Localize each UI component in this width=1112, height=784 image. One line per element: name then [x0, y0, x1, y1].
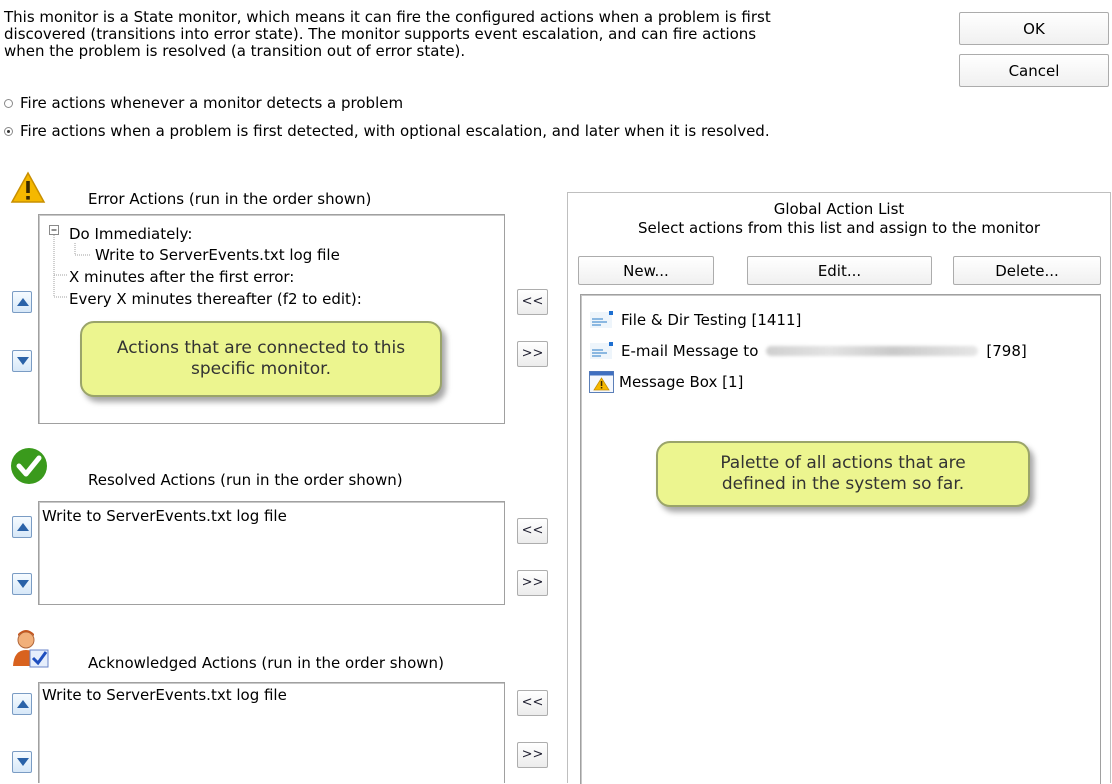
remove-error-action-button[interactable]: >> — [517, 341, 548, 367]
radio-label: Fire actions whenever a monitor detects … — [20, 94, 404, 112]
radio-indicator[interactable] — [4, 98, 13, 108]
arrow-up-icon — [17, 700, 29, 708]
global-action-callout: Palette of all actions that are defined … — [656, 441, 1030, 507]
acknowledged-actions-list[interactable]: Write to ServerEvents.txt log file — [38, 682, 505, 783]
monitor-description: This monitor is a State monitor, which m… — [4, 9, 934, 60]
user-acknowledge-icon — [13, 630, 49, 668]
radio-indicator-selected[interactable] — [4, 126, 13, 136]
global-action-item-email[interactable]: E-mail Message to [798] — [589, 341, 1027, 361]
radio-label: Fire actions when a problem is first det… — [20, 122, 770, 140]
move-down-button-acknowledged[interactable] — [12, 751, 32, 773]
callout-text: Actions that are connected to this speci… — [116, 338, 406, 379]
ok-button[interactable]: OK — [959, 12, 1109, 45]
arrow-up-icon — [17, 523, 29, 531]
add-error-action-button[interactable]: << — [517, 289, 548, 315]
email-action-icon — [590, 342, 613, 359]
move-up-button-acknowledged[interactable] — [12, 693, 32, 715]
global-action-item-label: File & Dir Testing [1411] — [621, 311, 802, 329]
description-line-2: discovered (transitions into error state… — [4, 25, 757, 43]
global-action-item-id: [798] — [986, 342, 1027, 360]
list-item[interactable]: Write to ServerEvents.txt log file — [42, 686, 287, 704]
arrow-down-icon — [17, 580, 29, 588]
error-actions-callout: Actions that are connected to this speci… — [80, 321, 442, 397]
redacted-email-address — [766, 346, 979, 356]
remove-resolved-action-button[interactable]: >> — [517, 570, 548, 596]
new-action-button[interactable]: New... — [578, 256, 714, 285]
move-down-button-error[interactable] — [12, 350, 32, 372]
warning-icon — [10, 171, 46, 203]
radio-fire-escalation[interactable]: Fire actions when a problem is first det… — [4, 122, 770, 140]
list-item[interactable]: Write to ServerEvents.txt log file — [42, 507, 287, 525]
global-action-item-label: E-mail Message to — [621, 342, 759, 360]
tree-node-every-x[interactable]: Every X minutes thereafter (f2 to edit): — [69, 290, 362, 308]
resolved-actions-label: Resolved Actions (run in the order shown… — [88, 471, 403, 489]
callout-text: Palette of all actions that are defined … — [720, 453, 966, 494]
delete-action-button[interactable]: Delete... — [953, 256, 1101, 285]
arrow-down-icon — [17, 357, 29, 365]
file-action-icon — [590, 311, 613, 328]
tree-node-do-immediately[interactable]: Do Immediately: — [69, 225, 192, 243]
global-action-list[interactable]: File & Dir Testing [1411] E-mail Message… — [580, 294, 1101, 784]
acknowledged-actions-label: Acknowledged Actions (run in the order s… — [88, 654, 444, 672]
error-actions-label: Error Actions (run in the order shown) — [88, 190, 372, 208]
message-box-icon — [589, 371, 614, 393]
move-up-button-error[interactable] — [12, 291, 32, 313]
add-resolved-action-button[interactable]: << — [517, 518, 548, 544]
global-action-item-message-box[interactable]: Message Box [1] — [589, 371, 743, 393]
remove-acknowledged-action-button[interactable]: >> — [517, 742, 548, 768]
add-acknowledged-action-button[interactable]: << — [517, 690, 548, 716]
global-action-subtitle: Select actions from this list and assign… — [637, 219, 1041, 237]
tree-node-x-minutes[interactable]: X minutes after the first error: — [69, 268, 294, 286]
tree-node-write-log[interactable]: Write to ServerEvents.txt log file — [95, 246, 340, 264]
global-action-item-label: Message Box [1] — [619, 373, 744, 391]
arrow-up-icon — [17, 298, 29, 306]
arrow-down-icon — [17, 758, 29, 766]
edit-action-button[interactable]: Edit... — [747, 256, 932, 285]
radio-fire-always[interactable]: Fire actions whenever a monitor detects … — [4, 94, 403, 112]
resolved-actions-list[interactable]: Write to ServerEvents.txt log file — [38, 501, 505, 605]
cancel-button[interactable]: Cancel — [959, 54, 1109, 87]
global-action-title: Global Action List — [773, 200, 905, 218]
check-icon — [11, 448, 47, 484]
global-action-item-file-dir[interactable]: File & Dir Testing [1411] — [589, 310, 801, 330]
description-line-3: when the problem is resolved (a transiti… — [4, 42, 466, 60]
move-down-button-resolved[interactable] — [12, 573, 32, 595]
description-line-1: This monitor is a State monitor, which m… — [4, 8, 771, 26]
global-action-header: Global Action List Select actions from t… — [568, 200, 1110, 238]
move-up-button-resolved[interactable] — [12, 516, 32, 538]
